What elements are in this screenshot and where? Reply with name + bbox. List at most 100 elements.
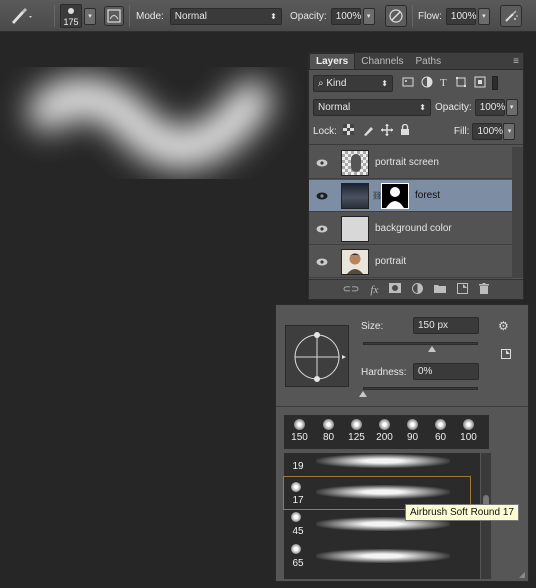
soft-round-brush-icon	[463, 419, 474, 430]
flow-value: 100%	[450, 10, 477, 22]
panel-menu-icon[interactable]: ≡	[509, 53, 523, 69]
brush-tool-preset-picker[interactable]	[8, 0, 34, 32]
preset-brush-200[interactable]: 200	[371, 415, 398, 449]
visibility-eye-icon[interactable]	[309, 225, 335, 233]
blend-mode-value: Normal	[318, 101, 351, 113]
lock-label: Lock:	[313, 125, 337, 137]
preset-brush-90[interactable]: 90	[399, 415, 426, 449]
select-arrows-icon: ⬍	[419, 102, 426, 112]
visibility-eye-icon[interactable]	[309, 159, 335, 167]
filter-smart-object-icon[interactable]	[474, 76, 486, 91]
link-icon[interactable]: ⊂⊃	[343, 284, 360, 295]
flow-field[interactable]: 100%	[445, 7, 477, 25]
resize-grip-icon[interactable]: ◢	[519, 570, 525, 579]
tab-channels[interactable]: Channels	[355, 53, 409, 69]
filter-type-icon[interactable]: T	[440, 77, 447, 89]
preset-brush-150[interactable]: 150	[286, 415, 313, 449]
list-item[interactable]: 65	[284, 541, 470, 573]
visibility-eye-icon[interactable]	[309, 192, 335, 200]
layer-row-background-color[interactable]: background color	[309, 213, 512, 245]
blend-mode-select[interactable]: Normal ⬍	[313, 98, 431, 116]
mode-label: Mode:	[136, 10, 164, 22]
filter-adjustment-icon[interactable]	[421, 76, 433, 91]
brush-tool-icon	[12, 8, 32, 24]
brush-panel-icon	[104, 6, 124, 26]
layer-name: portrait screen	[375, 157, 439, 168]
layer-name: background color	[375, 223, 452, 234]
soft-round-brush-icon	[291, 482, 301, 492]
fill-field[interactable]: 100%	[472, 122, 503, 140]
preset-size: 60	[434, 432, 447, 443]
layer-opacity-dropdown-arrow[interactable]: ▾	[505, 98, 518, 116]
soft-round-brush-icon	[407, 419, 418, 430]
hardness-slider-thumb[interactable]	[359, 391, 367, 397]
soft-round-brush-icon	[351, 419, 362, 430]
soft-round-brush-icon	[291, 544, 301, 554]
flow-label: Flow:	[418, 10, 442, 22]
hardness-field[interactable]: 0%	[413, 363, 479, 380]
preset-brush-100[interactable]: 100	[455, 415, 482, 449]
filter-toggle-switch[interactable]	[491, 76, 498, 90]
fill-dropdown-arrow[interactable]: ▾	[503, 122, 516, 140]
opacity-dropdown-arrow[interactable]: ▾	[362, 7, 375, 25]
opacity-value: 100%	[335, 10, 362, 22]
layers-scrollbar[interactable]	[512, 147, 523, 278]
layer-row-portrait-screen[interactable]: portrait screen	[309, 147, 512, 179]
lock-all-icon[interactable]	[400, 123, 410, 139]
layer-thumbnail	[341, 215, 369, 242]
new-preset-icon[interactable]	[501, 349, 511, 362]
hardness-slider-track[interactable]	[363, 387, 478, 390]
folder-icon[interactable]	[434, 283, 447, 296]
soft-round-brush-icon	[294, 419, 305, 430]
brush-size-dropdown-arrow[interactable]: ▾	[84, 7, 96, 25]
visibility-eye-icon[interactable]	[309, 258, 335, 266]
layer-opacity-field[interactable]: 100%	[474, 98, 505, 116]
layer-row-forest[interactable]: ⛓ forest	[309, 180, 512, 212]
brush-stroke-preview	[316, 454, 450, 468]
filter-pixel-icon[interactable]	[402, 76, 414, 91]
brush-size-picker[interactable]: 175 ▾	[60, 0, 96, 32]
layer-filter-select[interactable]: ⌕ Kind ⬍	[313, 74, 393, 92]
preset-brush-60[interactable]: 60	[427, 415, 454, 449]
fx-icon[interactable]: fx	[370, 284, 378, 296]
layers-panel: Layers Channels Paths ≡ ⌕ Kind ⬍ T Norma…	[308, 52, 524, 300]
preset-brush-125[interactable]: 125	[343, 415, 370, 449]
trash-icon[interactable]	[479, 282, 490, 297]
gear-icon[interactable]: ⚙	[498, 319, 509, 333]
lock-pixels-icon[interactable]	[362, 124, 374, 139]
select-arrows-icon: ⬍	[381, 78, 388, 88]
chain-link-icon[interactable]: ⛓	[372, 191, 382, 200]
mode-value: Normal	[174, 10, 208, 22]
brush-angle-roundness-control[interactable]	[285, 325, 349, 387]
filter-shape-icon[interactable]	[455, 76, 467, 91]
preset-brush-80[interactable]: 80	[315, 415, 342, 449]
layer-name: forest	[415, 190, 441, 201]
opacity-field[interactable]: 100%	[330, 7, 362, 25]
brush-panel-toggle[interactable]	[104, 0, 124, 32]
size-slider-thumb[interactable]	[428, 346, 436, 352]
select-arrows-icon: ⬍	[270, 11, 277, 21]
list-item[interactable]: 19	[284, 445, 470, 477]
layers-panel-footer: ⊂⊃ fx	[309, 279, 523, 299]
brush-size-value: 175	[63, 17, 79, 27]
mask-icon[interactable]	[389, 283, 402, 296]
mode-select[interactable]: Normal ⬍	[169, 7, 282, 25]
layer-opacity-label: Opacity:	[435, 101, 472, 113]
lock-position-icon[interactable]	[380, 123, 393, 139]
lock-transparent-icon[interactable]	[342, 124, 354, 138]
preset-size: 125	[348, 432, 365, 443]
size-field[interactable]: 150 px	[413, 317, 479, 334]
layer-mask-thumbnail[interactable]	[381, 182, 409, 209]
flow-dropdown-arrow[interactable]: ▾	[477, 7, 490, 25]
layer-row-portrait[interactable]: portrait	[309, 246, 512, 278]
tab-paths[interactable]: Paths	[410, 53, 448, 69]
preset-size: 80	[322, 432, 335, 443]
size-slider-track[interactable]	[363, 342, 478, 345]
adjustment-icon[interactable]	[412, 282, 424, 297]
brush-tip-icon	[68, 8, 74, 14]
layer-filter-value: Kind	[326, 77, 347, 89]
tab-layers[interactable]: Layers	[309, 53, 356, 69]
airbrush-button[interactable]	[500, 0, 522, 32]
new-layer-icon[interactable]	[457, 282, 469, 297]
pressure-opacity-button[interactable]	[385, 0, 407, 32]
